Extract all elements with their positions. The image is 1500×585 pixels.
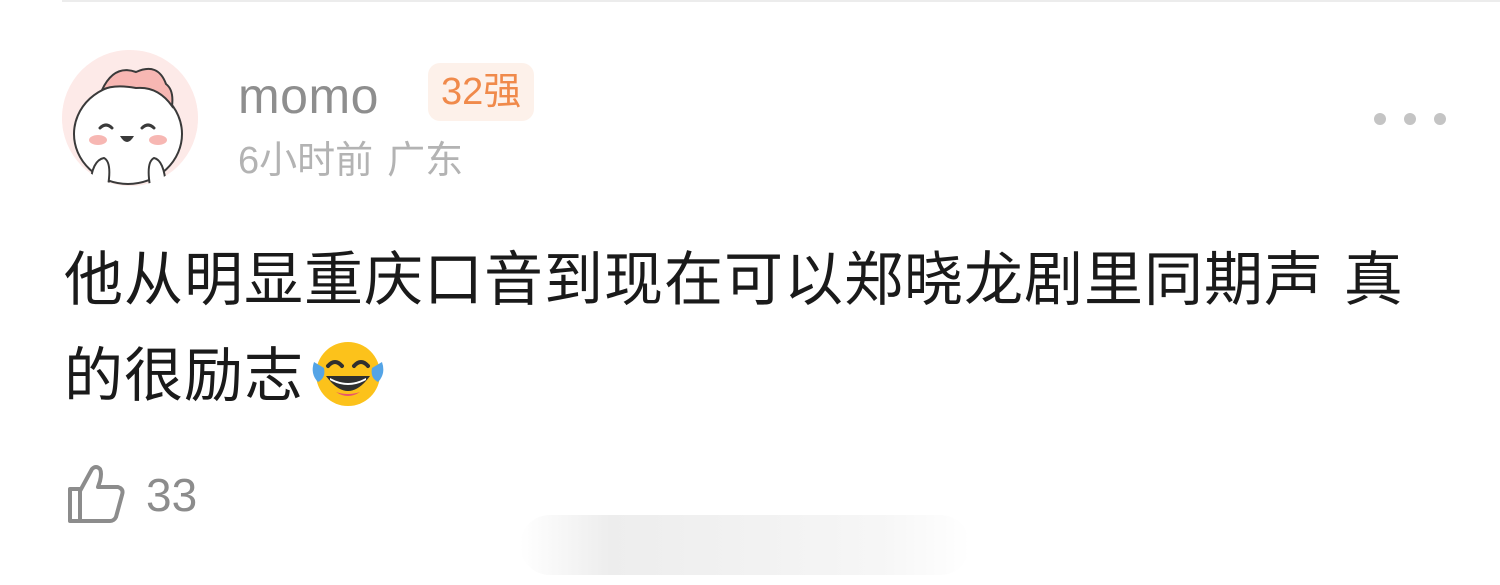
timestamp: 6小时前	[238, 140, 374, 182]
like-count: 33	[146, 469, 198, 521]
laughing-with-tears-emoji-icon	[308, 332, 388, 412]
comment-meta: 6小时前 广东	[238, 138, 463, 184]
comment-text: 他从明显重庆口音到现在可以郑晓龙剧里同期声 真的很励志	[64, 245, 1404, 410]
username[interactable]: momo	[238, 66, 379, 126]
ellipsis-dot	[1404, 113, 1416, 125]
ellipsis-dot	[1434, 113, 1446, 125]
comment-body: 他从明显重庆口音到现在可以郑晓龙剧里同期声 真的很励志	[64, 232, 1424, 424]
like-button[interactable]: 33	[64, 460, 197, 530]
top-divider	[62, 0, 1500, 2]
more-options-button[interactable]	[1374, 104, 1446, 134]
watermark-blur	[520, 515, 970, 575]
avatar-illustration	[62, 50, 198, 186]
rank-badge[interactable]: 32强	[428, 63, 535, 121]
ellipsis-icon	[1374, 113, 1386, 125]
location: 广东	[387, 140, 464, 182]
avatar[interactable]	[62, 50, 198, 186]
thumbs-up-icon	[64, 461, 128, 529]
